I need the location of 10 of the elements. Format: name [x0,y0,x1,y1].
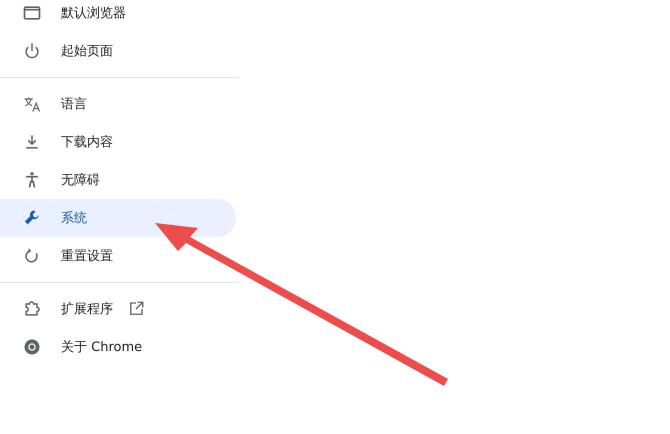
chrome-icon [22,337,42,357]
sidebar-item[interactable]: 扩展程序 [0,290,236,328]
sidebar-item[interactable]: 系统 [0,199,236,237]
sidebar-item[interactable]: 下载内容 [0,123,236,161]
sidebar-item[interactable]: 起始页面 [0,32,236,70]
sidebar-item[interactable]: 默认浏览器 [0,0,236,32]
sidebar-item[interactable]: 关于 Chrome [0,328,236,366]
sidebar-item[interactable]: 语言 [0,85,236,123]
sidebar-item[interactable]: 重置设置 [0,237,236,275]
sidebar-item[interactable]: 无障碍 [0,161,236,199]
